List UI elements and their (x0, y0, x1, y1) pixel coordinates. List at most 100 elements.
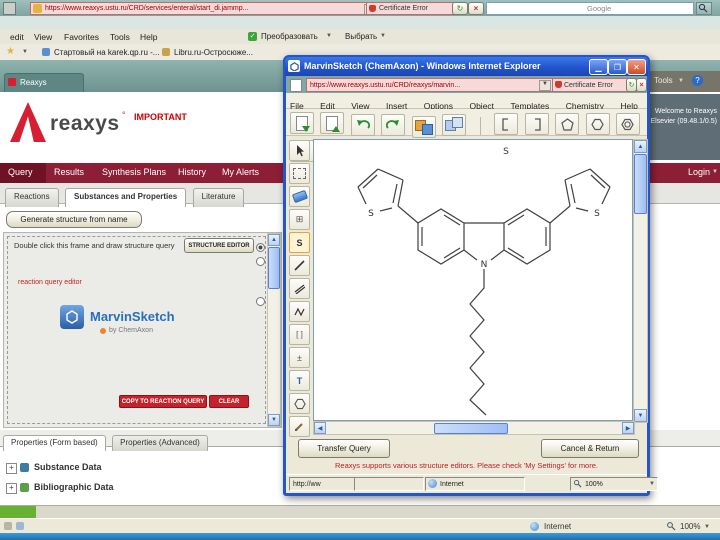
scroll-up-arrow[interactable]: ▲ (634, 140, 647, 153)
import-structure-icon[interactable] (290, 112, 314, 134)
bracket-open-template-icon[interactable] (494, 113, 519, 135)
zoom-chevron-icon[interactable]: ▼ (649, 481, 655, 487)
favorites-star-icon[interactable]: ★ (6, 46, 15, 57)
convert-chevron-icon[interactable]: ▼ (326, 33, 332, 39)
query-frame-scrollbar[interactable]: ▲ ▼ (267, 233, 281, 427)
sub-tab-substances[interactable]: Substances and Properties (65, 188, 187, 207)
nav-tab-synthesis-plans[interactable]: Synthesis Plans (94, 163, 174, 183)
radio-option-3[interactable] (256, 297, 265, 306)
convert-button[interactable]: Преобразовать (261, 32, 318, 41)
bracket-close-template-icon[interactable] (524, 113, 549, 135)
minimize-button[interactable]: ▁ (589, 59, 608, 75)
nav-tab-history[interactable]: History (170, 163, 214, 183)
text-tool[interactable]: T (289, 370, 310, 391)
help-icon[interactable]: ? (692, 75, 703, 86)
menu-view[interactable]: View (34, 32, 52, 42)
view-3d-icon[interactable] (411, 116, 436, 138)
ring-template-tool[interactable] (289, 393, 310, 414)
menu-edit[interactable]: edit (10, 32, 24, 42)
atom-s-tool[interactable]: S (289, 232, 310, 253)
generate-structure-button[interactable]: Generate structure from name (6, 211, 142, 228)
sub-tab-literature[interactable]: Literature (192, 188, 245, 207)
browser-tab-reaxys[interactable]: Reaxys (4, 73, 84, 93)
structure-canvas[interactable]: S N S S (313, 139, 633, 421)
eraser-tool[interactable] (289, 186, 310, 207)
favorite-item-2[interactable]: Libru.ru-Остросюже... (174, 48, 253, 57)
single-bond-tool[interactable] (289, 255, 310, 276)
refresh-button[interactable]: ↻ (452, 2, 468, 15)
radio-option-2[interactable] (256, 257, 265, 266)
popup-certificate-badge[interactable]: Certificate Error (552, 78, 637, 92)
menu-tools[interactable]: Tools (110, 32, 130, 42)
search-box[interactable]: Google (486, 2, 694, 15)
chevron-down-icon[interactable]: ▼ (539, 80, 551, 91)
tab-properties-advanced[interactable]: Properties (Advanced) (112, 435, 208, 451)
radio-option-1[interactable] (256, 243, 265, 252)
bracket-tool[interactable]: [ ] (289, 324, 310, 345)
cyclohexane-template-icon[interactable] (585, 113, 610, 135)
popup-title-bar[interactable]: MarvinSketch (ChemAxon) - Windows Intern… (285, 57, 648, 76)
periodic-table-tool[interactable]: ⊞ (289, 209, 310, 230)
cancel-return-button[interactable]: Cancel & Return (541, 439, 639, 458)
canvas-hscrollbar[interactable]: ◀ ▶ (313, 421, 635, 435)
nav-tab-query[interactable]: Query (0, 163, 41, 183)
certificate-error-badge[interactable]: Certificate Error (366, 2, 462, 15)
template-3d-icon[interactable] (442, 114, 467, 136)
expand-plus-icon[interactable]: + (6, 483, 17, 494)
export-structure-icon[interactable] (320, 112, 345, 134)
shield-icon (33, 4, 42, 13)
hscroll-thumb[interactable] (434, 423, 508, 434)
popup-address-field[interactable]: https://www.reaxys.ustu.ru/CRD/reaxys/ma… (306, 78, 553, 92)
login-chevron-icon[interactable]: ▼ (712, 169, 718, 175)
scroll-right-arrow[interactable]: ▶ (622, 422, 634, 434)
zoom-chevron-icon[interactable]: ▼ (704, 524, 710, 530)
popup-stop-button[interactable]: × (636, 78, 647, 92)
double-bond-tool[interactable] (289, 278, 310, 299)
scroll-up-arrow[interactable]: ▲ (268, 234, 280, 246)
copy-to-query-button[interactable]: COPY TO REACTION QUERY (119, 395, 207, 408)
redo-icon[interactable] (381, 113, 406, 136)
select-tool[interactable] (289, 140, 310, 161)
status-zoom-box[interactable]: 100% ▼ (570, 477, 658, 491)
select-button[interactable]: Выбрать (345, 32, 377, 41)
favorites-chevron-icon[interactable]: ▼ (22, 49, 28, 55)
transfer-query-button[interactable]: Transfer Query (298, 439, 390, 458)
address-field[interactable]: https://www.reaxys.ustu.ru/CRD/services/… (30, 2, 378, 15)
cert-shield-icon (369, 5, 376, 12)
favorite-item-1[interactable]: Стартовый на karek.qp.ru -... (54, 48, 159, 57)
close-button[interactable]: ✕ (627, 59, 646, 75)
structure-query-frame[interactable]: Double click this frame and draw structu… (3, 232, 282, 428)
structure-editor-button[interactable]: STRUCTURE EDITOR (184, 238, 254, 253)
scroll-down-arrow[interactable]: ▼ (634, 409, 647, 422)
nav-tab-my-alerts[interactable]: My Alerts (214, 163, 267, 183)
select-chevron-icon[interactable]: ▼ (380, 33, 386, 39)
zoom-icon[interactable] (666, 521, 676, 531)
status-zoom[interactable]: 100% (680, 522, 700, 531)
menu-help[interactable]: Help (140, 32, 157, 42)
tools-label[interactable]: Tools (654, 76, 673, 85)
scroll-down-arrow[interactable]: ▼ (268, 414, 280, 426)
login-link[interactable]: Login (688, 167, 710, 177)
scroll-left-arrow[interactable]: ◀ (314, 422, 326, 434)
canvas-vscrollbar[interactable]: ▲ ▼ (633, 139, 648, 423)
clear-button[interactable]: CLEAR (209, 395, 249, 408)
stop-button[interactable]: × (468, 2, 484, 15)
vscroll-thumb[interactable] (634, 154, 647, 214)
benzene-template-icon[interactable] (615, 113, 640, 135)
marquee-tool[interactable] (289, 163, 310, 184)
cyclopentane-template-icon[interactable] (555, 113, 580, 135)
tools-chevron-icon[interactable]: ▼ (678, 78, 684, 84)
substance-data-icon (20, 463, 29, 472)
undo-icon[interactable] (350, 113, 375, 136)
pencil-tool[interactable] (289, 416, 310, 437)
charge-tool[interactable]: ± (289, 347, 310, 368)
maximize-button[interactable]: ❐ (608, 59, 627, 75)
menu-favorites[interactable]: Favorites (64, 32, 99, 42)
nav-tab-results[interactable]: Results (46, 163, 92, 183)
sub-tab-reactions[interactable]: Reactions (5, 188, 59, 207)
tab-properties-form[interactable]: Properties (Form based) (3, 435, 106, 451)
chain-tool[interactable] (289, 301, 310, 322)
search-icon[interactable] (696, 2, 712, 15)
scroll-thumb[interactable] (268, 247, 280, 289)
expand-plus-icon[interactable]: + (6, 463, 17, 474)
